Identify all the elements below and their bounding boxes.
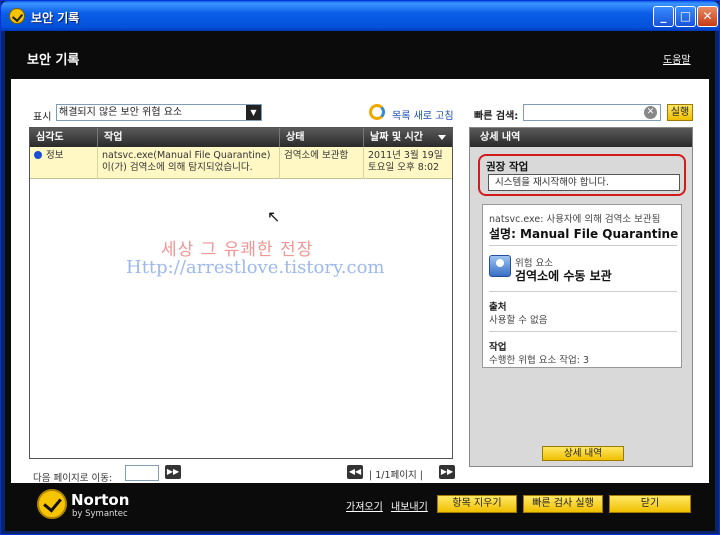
title-bar[interactable]: 보안 기록 _ □ ✕ <box>1 1 719 31</box>
sort-desc-icon <box>438 135 446 140</box>
app-window: 보안 기록 _ □ ✕ 보안 기록 도움말 표시 해결되지 않은 보안 위협 요… <box>0 0 720 535</box>
action-label: 작업 <box>489 342 507 353</box>
window-title: 보안 기록 <box>31 11 80 25</box>
source-label: 출처 <box>489 302 507 313</box>
cell-datetime: 2011년 3월 19일 토요일 오후 8:02 <box>368 150 443 173</box>
cell-status: 검역소에 보관함 <box>280 147 364 179</box>
main-frame: 보안 기록 도움말 표시 해결되지 않은 보안 위협 요소 ▼ 목록 새로 고침… <box>5 31 715 531</box>
filter-label: 표시 <box>33 112 52 123</box>
norton-app-icon <box>9 8 25 24</box>
search-label: 빠른 검색: <box>474 111 519 122</box>
refresh-link[interactable]: 목록 새로 고침 <box>392 107 454 122</box>
search-go-button[interactable]: 실행 <box>667 104 693 121</box>
next-page-button[interactable]: ▶▶ <box>439 465 455 479</box>
info-severity-icon <box>34 151 42 159</box>
col-datetime-label: 날짜 및 시간 <box>370 132 423 143</box>
minimize-button[interactable]: _ <box>653 6 674 27</box>
export-link[interactable]: 내보내기 <box>391 498 428 513</box>
close-button[interactable]: 닫기 <box>609 495 691 513</box>
history-table: 심각도 작업 상태 날짜 및 시간 정보 natsvc.exe(Manual F… <box>29 127 453 459</box>
mouse-cursor-icon: ↖ <box>267 207 281 226</box>
recommended-text: 시스템을 재시작해야 합니다. <box>488 174 680 191</box>
prev-page-button[interactable]: ◀◀ <box>347 465 363 479</box>
page-go-button[interactable]: ▶▶ <box>165 465 181 479</box>
help-link[interactable]: 도움말 <box>663 51 691 66</box>
cell-severity: 정보 <box>30 147 98 179</box>
details-header: 상세 내역 <box>470 128 692 147</box>
col-task[interactable]: 작업 <box>98 128 280 147</box>
source-value: 사용할 수 없음 <box>489 315 548 326</box>
divider <box>489 331 677 332</box>
import-link[interactable]: 가져오기 <box>346 498 383 513</box>
clear-items-button[interactable]: 항목 지우기 <box>437 495 517 513</box>
table-row[interactable]: 정보 natsvc.exe(Manual File Quarantine)이(가… <box>30 147 452 179</box>
user-threat-icon <box>489 255 511 277</box>
detail-summary: natsvc.exe: 사용자에 의해 검역소 보관됨 <box>489 214 661 225</box>
recommended-action: 권장 작업 시스템을 재시작해야 합니다. <box>478 154 686 196</box>
col-status[interactable]: 상태 <box>280 128 364 147</box>
detail-description: 설명: Manual File Quarantine <box>489 227 679 241</box>
brand-name: Norton <box>71 491 130 509</box>
recommended-title: 권장 작업 <box>486 161 529 173</box>
severity-text: 정보 <box>46 150 64 161</box>
filter-dropdown[interactable]: 해결되지 않은 보안 위협 요소 ▼ <box>56 104 262 121</box>
content-area: 표시 해결되지 않은 보안 위협 요소 ▼ 목록 새로 고침 빠른 검색: ✕ … <box>11 79 709 484</box>
pager-label: 다음 페이지로 이동: <box>33 473 113 484</box>
col-datetime[interactable]: 날짜 및 시간 <box>364 128 452 147</box>
close-window-button[interactable]: ✕ <box>697 6 718 27</box>
maximize-button[interactable]: □ <box>675 6 696 27</box>
page-number-input[interactable] <box>125 465 159 481</box>
brand-sub: by Symantec <box>72 509 128 519</box>
norton-logo-icon <box>37 489 67 519</box>
watermark-line2: Http://arrestlove.tistory.com <box>126 257 385 278</box>
chevron-down-icon[interactable]: ▼ <box>246 105 261 120</box>
refresh-icon[interactable] <box>369 104 385 120</box>
page-title: 보안 기록 <box>27 53 80 68</box>
detail-info-box: natsvc.exe: 사용자에 의해 검역소 보관됨 설명: Manual F… <box>482 204 682 368</box>
divider <box>489 245 677 246</box>
details-button[interactable]: 상세 내역 <box>542 446 624 461</box>
filter-value: 해결되지 않은 보안 위협 요소 <box>59 107 183 118</box>
col-severity[interactable]: 심각도 <box>30 128 98 147</box>
page-info: | 1/1페이지 | <box>369 470 423 481</box>
cell-task: natsvc.exe(Manual File Quarantine)이(가) 검… <box>98 147 280 179</box>
quick-scan-button[interactable]: 빠른 검사 실행 <box>523 495 603 513</box>
details-panel: 상세 내역 권장 작업 시스템을 재시작해야 합니다. natsvc.exe: … <box>469 127 693 467</box>
search-input[interactable] <box>523 104 661 121</box>
table-header: 심각도 작업 상태 날짜 및 시간 <box>30 128 452 147</box>
action-value: 수행한 위협 요소 작업: 3 <box>489 355 589 366</box>
divider <box>489 291 677 292</box>
clear-search-icon[interactable]: ✕ <box>644 106 657 119</box>
threat-value: 검역소에 수동 보관 <box>515 269 612 283</box>
